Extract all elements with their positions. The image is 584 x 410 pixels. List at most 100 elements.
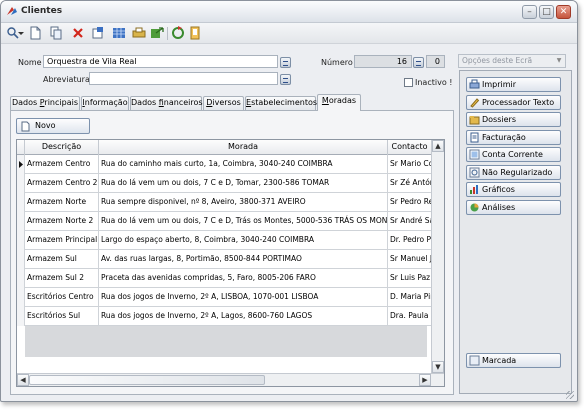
cell-descricao[interactable]: Armazem Sul	[25, 250, 99, 269]
tab-dados-financeiros[interactable]: Dados financeiros	[130, 96, 203, 110]
side-button-label: Imprimir	[482, 80, 517, 89]
cell-morada[interactable]: Rua sempre disponivel, nº 8, Aveiro, 380…	[99, 193, 388, 212]
scroll-left-icon[interactable]: ◀	[17, 374, 29, 386]
grid-header-morada[interactable]: Morada	[99, 140, 388, 155]
cell-contacto[interactable]: Sr Mario Co	[388, 155, 432, 174]
invoice-icon	[470, 132, 479, 142]
abreviatura-input[interactable]	[89, 72, 278, 85]
side-button-imprimir[interactable]: Imprimir	[466, 77, 561, 92]
table-row[interactable]: Armazem Sul 2 Praceta das avenidas compri…	[17, 269, 444, 288]
book-icon[interactable]	[188, 26, 202, 40]
export-icon[interactable]	[150, 26, 164, 40]
cell-descricao[interactable]: Armazem Centro	[25, 155, 99, 174]
grid-header-contacto[interactable]: Contacto	[388, 140, 432, 155]
maximize-button[interactable]: □	[539, 5, 554, 19]
scroll-right-icon[interactable]: ▶	[419, 374, 431, 386]
horizontal-scrollbar[interactable]: ◀ ▶	[17, 373, 444, 386]
row-indicator	[17, 174, 25, 193]
cell-descricao[interactable]: Escritórios Centro	[25, 288, 99, 307]
table-icon[interactable]	[112, 26, 126, 40]
row-indicator	[17, 288, 25, 307]
cell-morada[interactable]: Rua do caminho mais curto, 1a, Coimbra, …	[99, 155, 388, 174]
cell-descricao[interactable]: Escritórios Sul	[25, 307, 99, 326]
actions-panel: Imprimir Processador Texto Dossiers Factura…	[459, 70, 572, 394]
cell-morada[interactable]: Rua do lá vem um ou dois, 7 C e D, Trás …	[99, 212, 388, 231]
nome-label: Nome	[18, 58, 42, 67]
side-button-an-lises[interactable]: Análises	[466, 199, 561, 215]
side-button-conta-corrente[interactable]: Conta Corrente	[466, 147, 561, 162]
tab-dados-principais[interactable]: Dados Principais	[10, 96, 80, 110]
side-button-processador-texto[interactable]: Processador Texto	[466, 94, 561, 110]
novo-button[interactable]: Novo	[16, 118, 90, 134]
cell-contacto[interactable]: Dra. Paula S	[388, 307, 432, 326]
table-row[interactable]: Escritórios Sul Rua dos jogos de Inverno,…	[17, 307, 444, 326]
cell-descricao[interactable]: Armazem Sul 2	[25, 269, 99, 288]
cell-contacto[interactable]: Sr Pedro Re	[388, 193, 432, 212]
tab-diversos[interactable]: Diversos	[203, 96, 244, 110]
current-row-arrow-icon	[19, 161, 23, 168]
print-icon[interactable]	[132, 26, 146, 40]
side-button-label: Análises	[482, 202, 516, 212]
tab-estabelecimentos[interactable]: Estabelecimentos	[245, 96, 317, 110]
side-button-gr-ficos[interactable]: Gráficos	[466, 182, 561, 197]
cell-descricao[interactable]: Armazem Norte	[25, 193, 99, 212]
novo-button-label: Novo	[35, 121, 56, 130]
resize-grip-icon[interactable]	[566, 391, 574, 399]
vertical-scrollbar[interactable]: ▲ ▼	[431, 140, 444, 386]
table-row[interactable]: Armazem Sul Av. das ruas largas, 8, Porti…	[17, 250, 444, 269]
cell-contacto[interactable]: Sr Luis Paz	[388, 269, 432, 288]
cell-contacto[interactable]: D. Maria Pir	[388, 288, 432, 307]
table-row[interactable]: Armazem Norte 2 Rua do lá vem um ou dois,…	[17, 212, 444, 231]
cell-descricao[interactable]: Armazem Principal	[25, 231, 99, 250]
delete-icon[interactable]	[71, 26, 85, 40]
side-button-dossiers[interactable]: Dossiers	[466, 112, 561, 127]
cell-morada[interactable]: Praceta das avenidas compridas, 5, Faro,…	[99, 269, 388, 288]
side-button-factura-o[interactable]: Facturação	[466, 129, 561, 145]
cell-morada[interactable]: Rua dos jogos de Inverno, 2º A, LISBOA, …	[99, 288, 388, 307]
scroll-up-icon[interactable]: ▲	[432, 140, 444, 152]
edit-icon[interactable]	[91, 26, 105, 40]
new-document-icon[interactable]	[28, 26, 42, 40]
abreviatura-lookup-button[interactable]	[280, 74, 291, 85]
row-indicator	[17, 250, 25, 269]
cell-morada[interactable]: Largo do espaço aberto, 8, Coimbra, 3040…	[99, 231, 388, 250]
cell-morada[interactable]: Av. das ruas largas, 8, Portimão, 8500-8…	[99, 250, 388, 269]
clock-icon	[469, 167, 480, 177]
side-button-n-o-regularizado[interactable]: Não Regularizado	[466, 164, 561, 180]
inactivo-checkbox[interactable]	[404, 78, 413, 87]
cell-contacto[interactable]: Sr Zé Antón	[388, 174, 432, 193]
minimize-button[interactable]: –	[522, 5, 537, 19]
row-indicator	[17, 155, 25, 174]
numero-lookup-button[interactable]	[413, 57, 424, 68]
options-combo[interactable]: Opções deste Ecrã ▼	[458, 54, 566, 68]
marcada-button[interactable]: Marcada	[466, 353, 561, 368]
horizontal-scroll-thumb[interactable]	[29, 375, 265, 385]
copy-icon[interactable]	[49, 26, 63, 40]
scroll-down-icon[interactable]: ▼	[432, 361, 444, 373]
table-row[interactable]: Escritórios Centro Rua dos jogos de Inver…	[17, 288, 444, 307]
tab-informacao[interactable]: Informação	[81, 96, 129, 110]
cell-descricao[interactable]: Armazem Norte 2	[25, 212, 99, 231]
numero-suffix-input[interactable]: 0	[426, 55, 445, 68]
nome-lookup-button[interactable]	[280, 57, 291, 68]
refresh-icon[interactable]	[171, 26, 185, 40]
cell-contacto[interactable]: Sr André Sa	[388, 212, 432, 231]
nome-input[interactable]: Orquestra de Vila Real	[43, 55, 278, 68]
table-row[interactable]: Armazem Principal Largo do espaço aberto,…	[17, 231, 444, 250]
table-row[interactable]: Armazem Centro Rua do caminho mais curto,…	[17, 155, 444, 174]
numero-input[interactable]: 16	[354, 55, 412, 68]
inactivo-label: Inactivo !	[415, 78, 453, 87]
bookmark-icon	[469, 355, 480, 366]
cell-morada[interactable]: Rua dos jogos de Inverno, 2º A, Lagos, 8…	[99, 307, 388, 326]
title-bar[interactable]: Clientes – □ ✕	[1, 1, 577, 23]
table-row[interactable]: Armazem Norte Rua sempre disponivel, nº 8…	[17, 193, 444, 212]
grid-header-descricao[interactable]: Descrição	[25, 140, 99, 155]
dropdown-arrow-icon[interactable]	[18, 26, 24, 40]
cell-contacto[interactable]: Sr Manuel J	[388, 250, 432, 269]
cell-descricao[interactable]: Armazem Centro 2	[25, 174, 99, 193]
tab-moradas[interactable]: Moradas	[317, 94, 361, 111]
table-row[interactable]: Armazem Centro 2 Rua do lá vem um ou dois…	[17, 174, 444, 193]
cell-contacto[interactable]: Dr. Pedro P	[388, 231, 432, 250]
close-button[interactable]: ✕	[556, 5, 571, 19]
cell-morada[interactable]: Rua do lá vem um ou dois, 7 C e D, Tomar…	[99, 174, 388, 193]
